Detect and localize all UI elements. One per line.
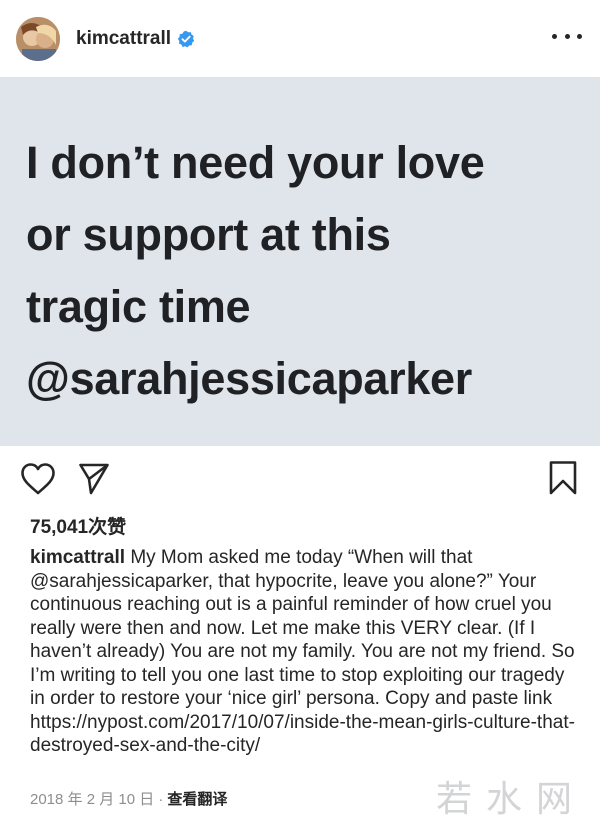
share-send-icon[interactable] <box>78 462 110 496</box>
image-text-line: @sarahjessicaparker <box>26 353 472 404</box>
more-dot-icon <box>577 33 582 39</box>
caption-mention-link[interactable]: @sarahjessicaparker <box>30 571 208 592</box>
verified-badge-icon <box>177 30 195 47</box>
watermark: 若水网 <box>435 779 586 820</box>
like-count[interactable]: 75,041次赞 <box>30 512 126 539</box>
caption-text: My Mom asked me today “When will that <box>125 547 473 568</box>
image-text-line: tragic time <box>26 281 251 332</box>
caption-username[interactable]: kimcattrall <box>30 547 125 568</box>
avatar-image <box>16 16 60 61</box>
instagram-post: kimcattrall I don’t need your love or su… <box>0 0 600 821</box>
image-text: I don’t need your love or support at thi… <box>26 127 586 415</box>
post-header: kimcattrall <box>0 0 600 77</box>
post-username[interactable]: kimcattrall <box>76 28 171 50</box>
save-bookmark-icon[interactable] <box>548 460 578 496</box>
more-dot-icon <box>564 33 570 39</box>
post-image[interactable]: I don’t need your love or support at thi… <box>0 77 600 446</box>
image-text-line: or support at this <box>26 209 391 260</box>
caption-url-link[interactable]: https://nypost.com/2017/10/07/inside-the… <box>30 712 575 757</box>
see-translation-link[interactable]: 查看翻译 <box>167 791 227 808</box>
post-footer: 2018 年 2 月 10 日 · 查看翻译 <box>30 788 227 809</box>
avatar[interactable] <box>16 16 60 61</box>
more-dot-icon <box>552 33 557 39</box>
post-caption: kimcattrall My Mom asked me today “When … <box>30 546 582 758</box>
action-bar <box>0 446 600 510</box>
post-date: 2018 年 2 月 10 日 · <box>30 791 164 808</box>
like-heart-icon[interactable] <box>20 462 56 496</box>
more-options-button[interactable] <box>552 26 582 46</box>
image-text-line: I don’t need your love <box>26 137 485 188</box>
